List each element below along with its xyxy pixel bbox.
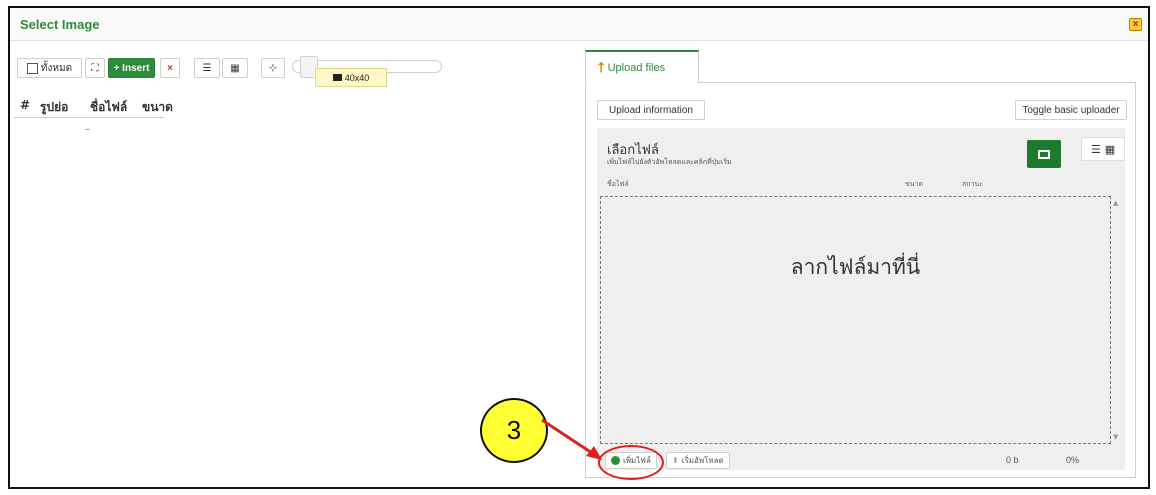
thumb-size-tooltip: 40x40 xyxy=(315,68,387,87)
upload-info-label: Upload information xyxy=(609,104,693,116)
col-upload-filename: ชื่อไฟล์ xyxy=(607,180,629,188)
uploader-view-toggle[interactable]: ☰ ▦ xyxy=(1081,137,1125,161)
grid-view-icon: ▦ xyxy=(230,62,240,74)
tab-upload-label: Upload files xyxy=(607,61,666,74)
select-all-label: ทั้งหมด xyxy=(40,62,73,74)
empty-row: – xyxy=(85,124,90,135)
drop-zone-text: ลากไฟล์มาที่นี่ xyxy=(790,255,921,279)
grid-view-icon: ▦ xyxy=(1104,142,1116,156)
step-callout: 3 xyxy=(480,398,548,463)
start-upload-label: เริ่มอัพโหลด xyxy=(681,456,724,465)
delete-icon: × xyxy=(167,62,173,74)
start-upload-button[interactable]: ⬆ เริ่มอัพโหลด xyxy=(666,452,730,469)
list-view-icon: ☰ xyxy=(1090,142,1101,156)
dialog-title: Select Image xyxy=(20,17,100,32)
toggle-uploader-button[interactable]: Toggle basic uploader xyxy=(1015,100,1127,120)
image-icon xyxy=(332,74,342,81)
col-size: ขนาด xyxy=(142,100,173,114)
list-view-button[interactable]: ☰ xyxy=(194,58,220,78)
col-index: # xyxy=(20,98,31,112)
dialog-titlebar: Select Image × xyxy=(10,8,1148,41)
select-all-checkbox[interactable]: ทั้งหมด xyxy=(17,58,82,78)
expand-button[interactable]: ⛶ xyxy=(85,58,105,78)
close-icon[interactable]: × xyxy=(1129,18,1142,31)
col-filename: ชื่อไฟล์ xyxy=(90,100,128,114)
total-percent: 0% xyxy=(1066,455,1080,465)
list-view-icon: ☰ xyxy=(202,62,212,74)
tab-upload-files[interactable]: ⭡ Upload files xyxy=(585,50,699,84)
fit-button[interactable]: ⊹ xyxy=(261,58,285,78)
grid-view-button[interactable]: ▦ xyxy=(222,58,248,78)
file-table-header: # รูปย่อ ชื่อไฟล์ ขนาด xyxy=(14,96,173,118)
upload-icon: ⭡ xyxy=(598,59,605,75)
checkbox-icon xyxy=(26,62,38,74)
upload-info-button[interactable]: Upload information xyxy=(597,100,705,120)
thumb-size-label: 40x40 xyxy=(344,72,370,83)
total-size: 0 b xyxy=(1006,455,1019,465)
fit-icon: ⊹ xyxy=(268,62,278,74)
insert-button[interactable]: + Insert xyxy=(108,58,155,78)
browse-image-button[interactable] xyxy=(1027,140,1061,168)
scroll-down-icon[interactable]: ▼ xyxy=(1113,433,1118,441)
delete-button[interactable]: × xyxy=(160,58,180,78)
file-list-scrollbar[interactable]: ▲ ▼ xyxy=(1112,196,1122,444)
image-icon xyxy=(1038,149,1050,159)
insert-label: + Insert xyxy=(113,62,150,74)
col-upload-status: สถานะ xyxy=(962,180,983,188)
toggle-uploader-label: Toggle basic uploader xyxy=(1022,104,1120,116)
expand-icon: ⛶ xyxy=(91,62,99,74)
upload-arrow-icon: ⬆ xyxy=(672,456,679,465)
scroll-up-icon[interactable]: ▲ xyxy=(1113,199,1118,207)
choose-files-subtitle: เพิ่มไฟล์ไปยังตัวอัพโหลดและคลิกที่ปุ่มเร… xyxy=(607,158,732,166)
col-thumb: รูปย่อ xyxy=(40,100,69,114)
col-upload-size: ขนาด xyxy=(905,180,924,188)
pointer-arrow-icon xyxy=(541,418,602,460)
drop-zone[interactable]: ลากไฟล์มาที่นี่ xyxy=(600,196,1111,444)
